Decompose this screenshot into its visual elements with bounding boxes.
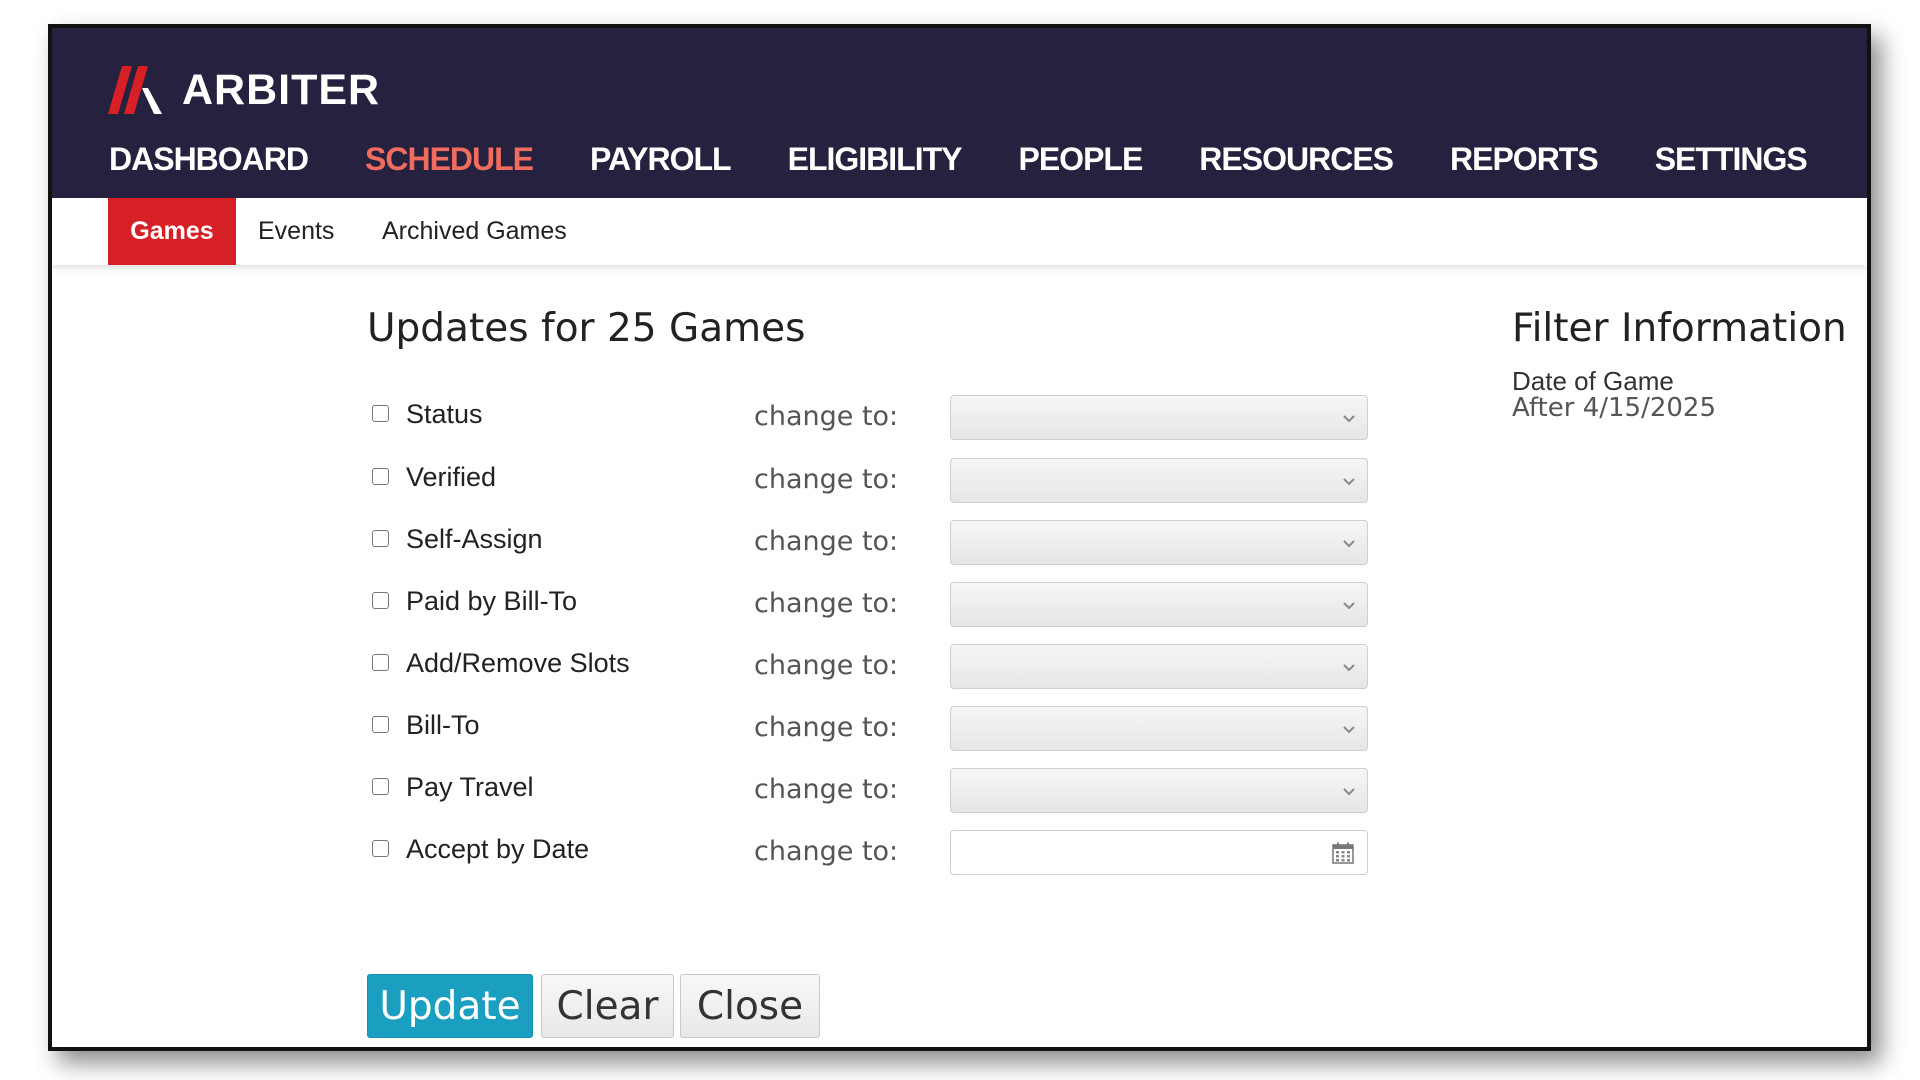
filter-value: After 4/15/2025 [1512, 393, 1717, 423]
field-row-add-remove-slots: Add/Remove Slots change to: [372, 644, 1368, 692]
update-button[interactable]: Update [367, 974, 533, 1038]
nav-reports[interactable]: REPORTS [1450, 141, 1599, 178]
nav-payroll[interactable]: PAYROLL [590, 141, 732, 178]
bill-to-select[interactable] [950, 706, 1368, 751]
bill-to-label: Bill-To [406, 710, 480, 740]
chevron-down-icon [1343, 602, 1355, 610]
nav-eligibility[interactable]: ELIGIBILITY [788, 141, 963, 178]
nav-dashboard[interactable]: DASHBOARD [109, 141, 309, 178]
chevron-down-icon [1343, 664, 1355, 672]
chevron-down-icon [1343, 788, 1355, 796]
field-row-self-assign: Self-Assign change to: [372, 520, 1368, 568]
app-window: ARBITER DASHBOARD SCHEDULE PAYROLL ELIGI… [48, 24, 1871, 1051]
change-to-label: change to: [754, 774, 899, 805]
change-to-label: change to: [754, 712, 899, 743]
chevron-down-icon [1343, 415, 1355, 423]
verified-label: Verified [406, 462, 497, 492]
nav-schedule[interactable]: SCHEDULE [365, 141, 534, 178]
top-navigation-bar: ARBITER DASHBOARD SCHEDULE PAYROLL ELIGI… [52, 28, 1867, 198]
nav-settings[interactable]: SETTINGS [1655, 141, 1808, 178]
field-row-accept-by-date: Accept by Date change to: [372, 830, 1368, 878]
self-assign-label: Self-Assign [406, 524, 543, 554]
add-remove-slots-checkbox[interactable] [372, 654, 389, 671]
self-assign-select[interactable] [950, 520, 1368, 565]
verified-select[interactable] [950, 458, 1368, 503]
filter-title: Filter Information [1512, 306, 1847, 351]
clear-button[interactable]: Clear [541, 974, 674, 1038]
paid-by-bill-to-label: Paid by Bill-To [406, 586, 578, 616]
brand-logo[interactable]: ARBITER [108, 62, 380, 118]
arbiter-logo-icon [108, 66, 162, 114]
change-to-label: change to: [754, 836, 899, 867]
nav-people[interactable]: PEOPLE [1018, 141, 1143, 178]
change-to-label: change to: [754, 588, 899, 619]
paid-by-bill-to-select[interactable] [950, 582, 1368, 627]
pay-travel-select[interactable] [950, 768, 1368, 813]
add-remove-slots-select[interactable] [950, 644, 1368, 689]
tab-archived-games[interactable]: Archived Games [382, 198, 567, 265]
accept-by-date-checkbox[interactable] [372, 840, 389, 857]
self-assign-checkbox[interactable] [372, 530, 389, 547]
tab-events[interactable]: Events [258, 198, 334, 265]
field-row-verified: Verified change to: [372, 458, 1368, 506]
chevron-down-icon [1343, 478, 1355, 486]
change-to-label: change to: [754, 464, 899, 495]
field-row-pay-travel: Pay Travel change to: [372, 768, 1368, 816]
change-to-label: change to: [754, 401, 899, 432]
status-select[interactable] [950, 395, 1368, 440]
field-row-status: Status change to: [372, 395, 1368, 443]
paid-by-bill-to-checkbox[interactable] [372, 592, 389, 609]
brand-name: ARBITER [182, 65, 381, 114]
status-checkbox[interactable] [372, 405, 389, 422]
bill-to-checkbox[interactable] [372, 716, 389, 733]
field-row-paid-by-bill-to: Paid by Bill-To change to: [372, 582, 1368, 630]
pay-travel-checkbox[interactable] [372, 778, 389, 795]
change-to-label: change to: [754, 650, 899, 681]
close-button[interactable]: Close [680, 974, 820, 1038]
pay-travel-label: Pay Travel [406, 772, 534, 802]
sub-navigation: Games Events Archived Games [52, 198, 1867, 265]
accept-by-date-label: Accept by Date [406, 834, 590, 864]
verified-checkbox[interactable] [372, 468, 389, 485]
chevron-down-icon [1343, 540, 1355, 548]
tab-games[interactable]: Games [108, 198, 236, 265]
chevron-down-icon [1343, 726, 1355, 734]
calendar-icon[interactable] [1332, 842, 1354, 864]
page-title: Updates for 25 Games [367, 306, 806, 351]
add-remove-slots-label: Add/Remove Slots [406, 648, 630, 678]
nav-resources[interactable]: RESOURCES [1199, 141, 1394, 178]
status-label: Status [406, 399, 483, 429]
accept-by-date-input[interactable] [950, 830, 1368, 875]
change-to-label: change to: [754, 526, 899, 557]
main-nav: DASHBOARD SCHEDULE PAYROLL ELIGIBILITY P… [109, 141, 1864, 178]
field-row-bill-to: Bill-To change to: [372, 706, 1368, 754]
